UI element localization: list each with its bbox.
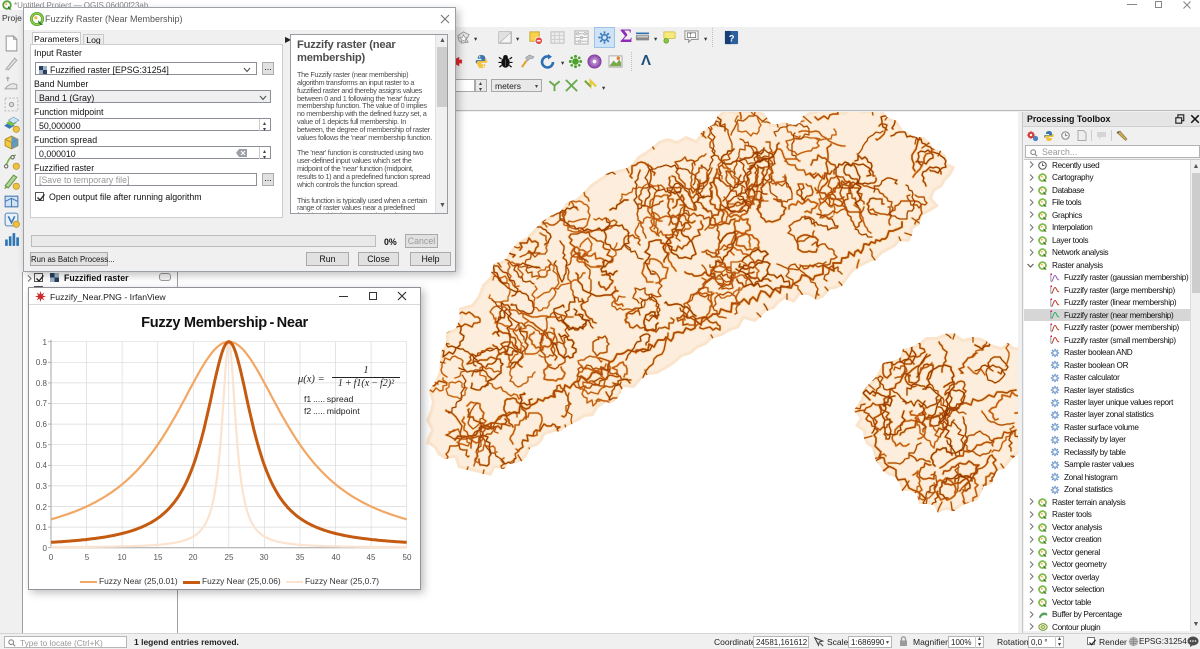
svg-text:?: ? xyxy=(729,33,735,43)
